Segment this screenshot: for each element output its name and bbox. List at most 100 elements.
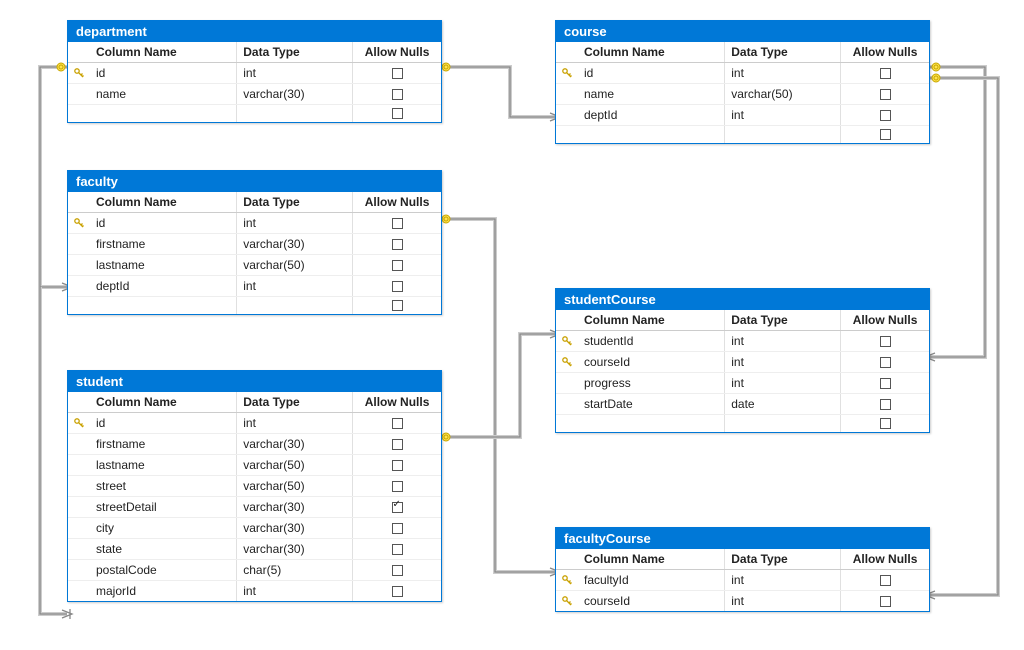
table-row[interactable]: courseIdint [556,352,929,373]
allow-nulls-checkbox[interactable] [392,239,403,250]
column-name-cell: city [90,518,237,538]
table-row[interactable]: courseIdint [556,591,929,611]
table-row[interactable] [68,105,441,122]
allow-nulls-checkbox[interactable] [880,378,891,389]
allow-nulls-checkbox[interactable] [392,565,403,576]
header-data-type: Data Type [725,310,841,330]
allow-nulls-checkbox[interactable] [392,218,403,229]
column-name-cell: firstname [90,434,237,454]
table-title[interactable]: student [68,371,441,392]
primary-key-icon [561,356,573,368]
table-column-headers: Column NameData TypeAllow Nulls [68,42,441,63]
column-type-cell: int [237,276,353,296]
table-row[interactable]: firstnamevarchar(30) [68,434,441,455]
allow-nulls-checkbox[interactable] [880,336,891,347]
allow-nulls-checkbox[interactable] [392,281,403,292]
table-row[interactable] [68,297,441,314]
column-type-cell [237,105,353,122]
allow-nulls-checkbox[interactable] [392,523,403,534]
table-title[interactable]: department [68,21,441,42]
allow-nulls-checkbox[interactable] [392,544,403,555]
allow-nulls-checkbox[interactable] [392,586,403,597]
table-row[interactable]: idint [556,63,929,84]
table-row[interactable]: namevarchar(50) [556,84,929,105]
table-title[interactable]: facultyCourse [556,528,929,549]
allow-nulls-checkbox[interactable] [880,575,891,586]
allow-nulls-checkbox[interactable] [880,68,891,79]
allow-nulls-checkbox[interactable] [880,129,891,140]
table-row[interactable]: idint [68,63,441,84]
table-row[interactable]: idint [68,413,441,434]
table-facultyCourse[interactable]: facultyCourseColumn NameData TypeAllow N… [555,527,930,612]
column-type-cell: varchar(30) [237,497,353,517]
table-row[interactable] [556,126,929,143]
allow-nulls-checkbox[interactable] [392,460,403,471]
primary-key-icon [73,417,85,429]
allow-nulls-checkbox[interactable] [392,108,403,119]
column-name-cell: id [90,63,237,83]
allow-nulls-checkbox[interactable] [880,399,891,410]
table-course[interactable]: courseColumn NameData TypeAllow Nullsidi… [555,20,930,144]
table-row[interactable]: lastnamevarchar(50) [68,455,441,476]
table-row[interactable]: lastnamevarchar(50) [68,255,441,276]
table-row[interactable]: studentIdint [556,331,929,352]
column-name-cell: id [90,213,237,233]
header-allow-nulls: Allow Nulls [353,192,441,212]
table-row[interactable]: streetDetailvarchar(30) [68,497,441,518]
header-column-name: Column Name [90,42,237,62]
allow-nulls-checkbox[interactable] [392,481,403,492]
allow-nulls-checkbox[interactable] [392,300,403,311]
header-allow-nulls: Allow Nulls [841,310,929,330]
table-row[interactable]: cityvarchar(30) [68,518,441,539]
table-row[interactable]: postalCodechar(5) [68,560,441,581]
table-student[interactable]: studentColumn NameData TypeAllow Nullsid… [67,370,442,602]
allow-nulls-checkbox[interactable] [392,418,403,429]
table-column-headers: Column NameData TypeAllow Nulls [556,549,929,570]
table-row[interactable]: namevarchar(30) [68,84,441,105]
column-type-cell: varchar(30) [237,434,353,454]
header-column-name: Column Name [578,310,725,330]
column-name-cell: progress [578,373,725,393]
allow-nulls-checkbox[interactable] [880,357,891,368]
column-name-cell: firstname [90,234,237,254]
header-data-type: Data Type [725,549,841,569]
header-data-type: Data Type [237,192,353,212]
allow-nulls-checkbox[interactable] [392,260,403,271]
table-department[interactable]: departmentColumn NameData TypeAllow Null… [67,20,442,123]
table-title[interactable]: course [556,21,929,42]
header-column-name: Column Name [90,392,237,412]
allow-nulls-checkbox[interactable] [392,502,403,513]
allow-nulls-checkbox[interactable] [392,89,403,100]
allow-nulls-checkbox[interactable] [880,110,891,121]
allow-nulls-checkbox[interactable] [880,596,891,607]
allow-nulls-checkbox[interactable] [392,68,403,79]
table-row[interactable]: statevarchar(30) [68,539,441,560]
column-type-cell: varchar(50) [237,476,353,496]
table-row[interactable]: deptIdint [556,105,929,126]
table-title[interactable]: studentCourse [556,289,929,310]
column-name-cell: facultyId [578,570,725,590]
column-name-cell: street [90,476,237,496]
table-row[interactable]: firstnamevarchar(30) [68,234,441,255]
table-faculty[interactable]: facultyColumn NameData TypeAllow Nullsid… [67,170,442,315]
table-row[interactable]: facultyIdint [556,570,929,591]
table-title[interactable]: faculty [68,171,441,192]
column-name-cell: startDate [578,394,725,414]
table-row[interactable]: progressint [556,373,929,394]
allow-nulls-checkbox[interactable] [880,418,891,429]
column-type-cell: int [725,63,841,83]
column-type-cell: varchar(30) [237,539,353,559]
column-name-cell: studentId [578,331,725,351]
allow-nulls-checkbox[interactable] [880,89,891,100]
table-row[interactable]: startDatedate [556,394,929,415]
primary-key-icon [561,595,573,607]
table-studentCourse[interactable]: studentCourseColumn NameData TypeAllow N… [555,288,930,433]
table-row[interactable] [556,415,929,432]
table-row[interactable]: deptIdint [68,276,441,297]
allow-nulls-checkbox[interactable] [392,439,403,450]
column-type-cell [725,415,841,432]
table-row[interactable]: majorIdint [68,581,441,601]
table-row[interactable]: streetvarchar(50) [68,476,441,497]
column-name-cell: id [578,63,725,83]
table-row[interactable]: idint [68,213,441,234]
